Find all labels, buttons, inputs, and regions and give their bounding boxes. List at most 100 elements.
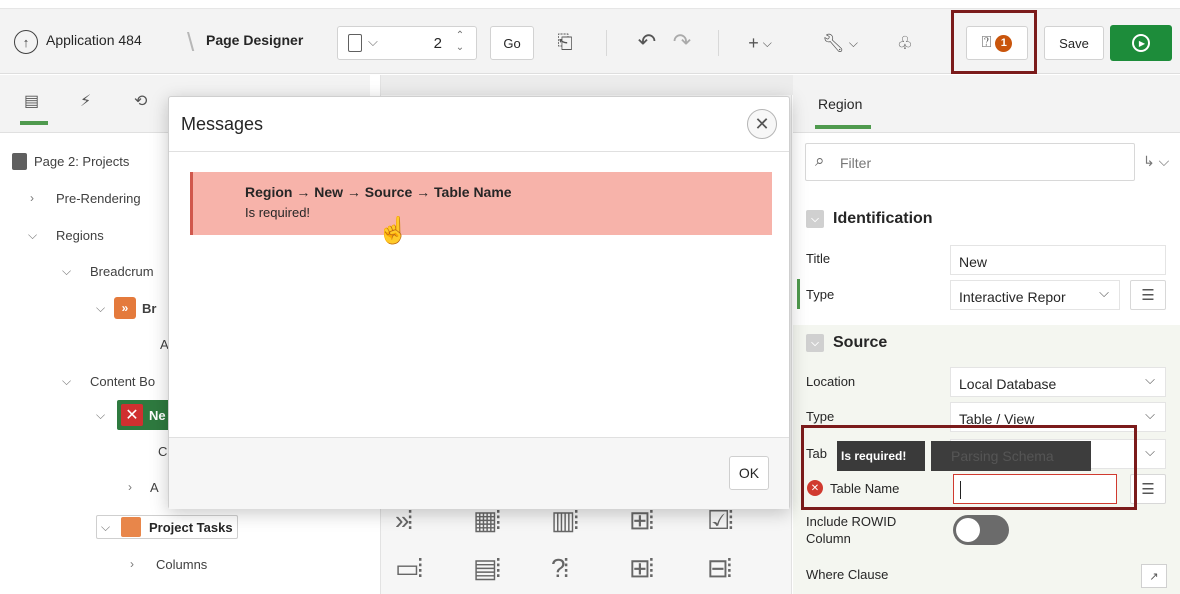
active-tab-indicator [20, 121, 48, 125]
spinner-icon[interactable]: ⌃ ⌄ [450, 30, 470, 56]
include-rowid-label: Include ROWID Column [806, 514, 897, 546]
run-button[interactable]: ▶ [1110, 25, 1172, 61]
help-component-icon[interactable]: ?⁞ [551, 553, 607, 584]
page-selector[interactable]: ⌵ 2 ⌃ ⌄ [337, 26, 477, 60]
identification-section-header[interactable]: ⌵ Identification [793, 199, 1180, 239]
chevron-down-icon[interactable]: ⌵ [96, 408, 110, 423]
table-component-icon[interactable]: ⊞⁞ [629, 553, 685, 584]
tree-label: C [158, 443, 168, 459]
application-link[interactable]: Application 484 [46, 32, 142, 48]
shared-components-icon[interactable]: ♧ [888, 26, 922, 60]
highlight-box [951, 10, 1037, 74]
tree-label: Columns [156, 556, 208, 572]
component-gallery-row: »⁞ ▦⁞ ▥⁞ ⊞⁞ ☑⁞ [395, 505, 763, 536]
tree-label: Page 2: Projects [34, 153, 130, 169]
chevron-right-icon[interactable]: › [130, 557, 144, 571]
arrow-up-icon[interactable]: ↑ [14, 30, 38, 54]
chevron-down-icon[interactable]: ⌵ [101, 520, 115, 535]
title-label: Title [806, 251, 831, 266]
tree-columns[interactable]: › Columns [130, 549, 207, 579]
dialog-footer: OK [169, 437, 789, 509]
highlight-box [801, 425, 1137, 510]
tree-label: Pre-Rendering [56, 190, 141, 206]
tree-content-body[interactable]: ⌵ Content Bo [62, 366, 155, 396]
page-number-input[interactable]: 2 [434, 35, 442, 52]
dynamic-actions-tab-icon[interactable]: ⚡︎ [80, 91, 91, 111]
ok-button[interactable]: OK [729, 456, 769, 490]
source-type-label: Type [806, 409, 835, 424]
title-field[interactable]: New [950, 245, 1166, 275]
chevron-right-icon[interactable]: › [128, 480, 142, 494]
tree-pre-rendering[interactable]: › Pre-Rendering [30, 183, 141, 213]
tree-label: Regions [56, 227, 104, 243]
chevron-down-icon[interactable]: ⌵ [62, 264, 76, 279]
toolbar: ↑ Application 484 \ Page Designer ⌵ 2 ⌃ ⌄… [0, 8, 1180, 74]
go-button[interactable]: Go [490, 26, 534, 60]
breadcrumb-icon: » [114, 297, 136, 319]
report-component-icon[interactable]: ⊟⁞ [707, 553, 763, 584]
chart-component-icon[interactable]: ▥⁞ [551, 505, 607, 536]
divider [169, 151, 789, 152]
chevron-down-icon[interactable]: ⌵ [62, 374, 76, 389]
error-message-item[interactable]: Region → New → Source → Table Name Is re… [190, 172, 772, 235]
collapse-icon[interactable]: ⌵ [806, 334, 824, 352]
tree-label: Content Bo [90, 373, 156, 389]
chevron-down-icon[interactable]: ⌵ [28, 228, 42, 243]
tree-label: Breadcrum [90, 263, 154, 279]
unlock-icon[interactable]: ⎗ [548, 26, 582, 60]
search-icon: ⌕ [815, 151, 825, 170]
collapse-icon[interactable]: ⌵ [806, 210, 824, 228]
list-icon[interactable]: ☰ [1130, 280, 1166, 310]
play-icon: ▶ [1132, 34, 1150, 52]
chevron-right-icon[interactable]: › [30, 191, 44, 205]
location-select[interactable]: Local Database [950, 367, 1166, 397]
tree-label: Project Tasks [149, 519, 233, 535]
utilities-menu-icon[interactable]: 🔧︎ ⌵ [815, 26, 865, 60]
message-text: Is required! [245, 205, 311, 220]
tree-breadcrumb-item[interactable]: ⌵ » Br [96, 293, 156, 323]
tree-breadcrumb-group[interactable]: ⌵ Breadcrum [62, 256, 154, 286]
location-label: Location [806, 374, 856, 389]
where-clause-label: Where Clause [806, 567, 889, 582]
tree-regions[interactable]: ⌵ Regions [28, 220, 104, 250]
calendar-component-icon[interactable]: ▦⁞ [473, 505, 529, 536]
save-button[interactable]: Save [1044, 26, 1104, 60]
tree-new-child-a[interactable]: › A [128, 472, 159, 502]
rendering-tab-icon[interactable]: ▤ [24, 91, 39, 111]
checklist-component-icon[interactable]: ☑⁞ [707, 505, 763, 536]
breadcrumb-component-icon[interactable]: »⁞ [395, 505, 451, 536]
tree-node-box: ⌵ Project Tasks [96, 515, 238, 539]
dialog-title: Messages [181, 114, 264, 134]
processing-tab-icon[interactable]: ⟲ [134, 91, 147, 111]
chevron-down-icon[interactable]: ⌵ [368, 34, 378, 50]
include-rowid-toggle[interactable] [953, 515, 1009, 545]
region-component-icon[interactable]: ▭⁞ [395, 553, 451, 584]
type-select[interactable]: Interactive Repor [950, 280, 1120, 310]
divider [718, 30, 719, 56]
form-component-icon[interactable]: ▤⁞ [473, 553, 529, 584]
expand-icon[interactable]: ↗ [1141, 564, 1167, 588]
interactive-report-icon [121, 517, 141, 537]
tab-region[interactable]: Region [818, 96, 862, 112]
grid-component-icon[interactable]: ⊞⁞ [629, 505, 685, 536]
close-icon[interactable]: ✕ [747, 109, 777, 139]
tree-page-node[interactable]: Page 2: Projects [12, 146, 129, 176]
go-to-group-icon[interactable]: ↳ ⌵ [1143, 153, 1169, 170]
source-section-header[interactable]: ⌵ Source [793, 323, 1180, 363]
chevron-down-icon[interactable]: ⌵ [96, 301, 110, 316]
breadcrumb-separator: \ [187, 27, 195, 57]
tree-label: Br [142, 300, 157, 316]
redo-icon[interactable]: ↷ [665, 25, 699, 59]
component-gallery-row: ▭⁞ ▤⁞ ?⁞ ⊞⁞ ⊟⁞ [395, 553, 763, 584]
tree-new-child-c[interactable]: C [158, 436, 167, 466]
modified-indicator [797, 279, 800, 309]
type-label: Type [806, 287, 835, 302]
tree-label: A [150, 479, 159, 495]
page-designer-title: Page Designer [206, 32, 304, 48]
tree-new-region-chevron[interactable]: ⌵ [96, 400, 110, 430]
page-icon [348, 34, 362, 52]
undo-icon[interactable]: ↶ [630, 25, 664, 59]
tree-project-tasks[interactable]: ⌵ Project Tasks [96, 512, 244, 542]
create-menu-icon[interactable]: + ⌵ [735, 26, 785, 60]
filter-input[interactable]: ⌕ Filter [805, 143, 1135, 181]
